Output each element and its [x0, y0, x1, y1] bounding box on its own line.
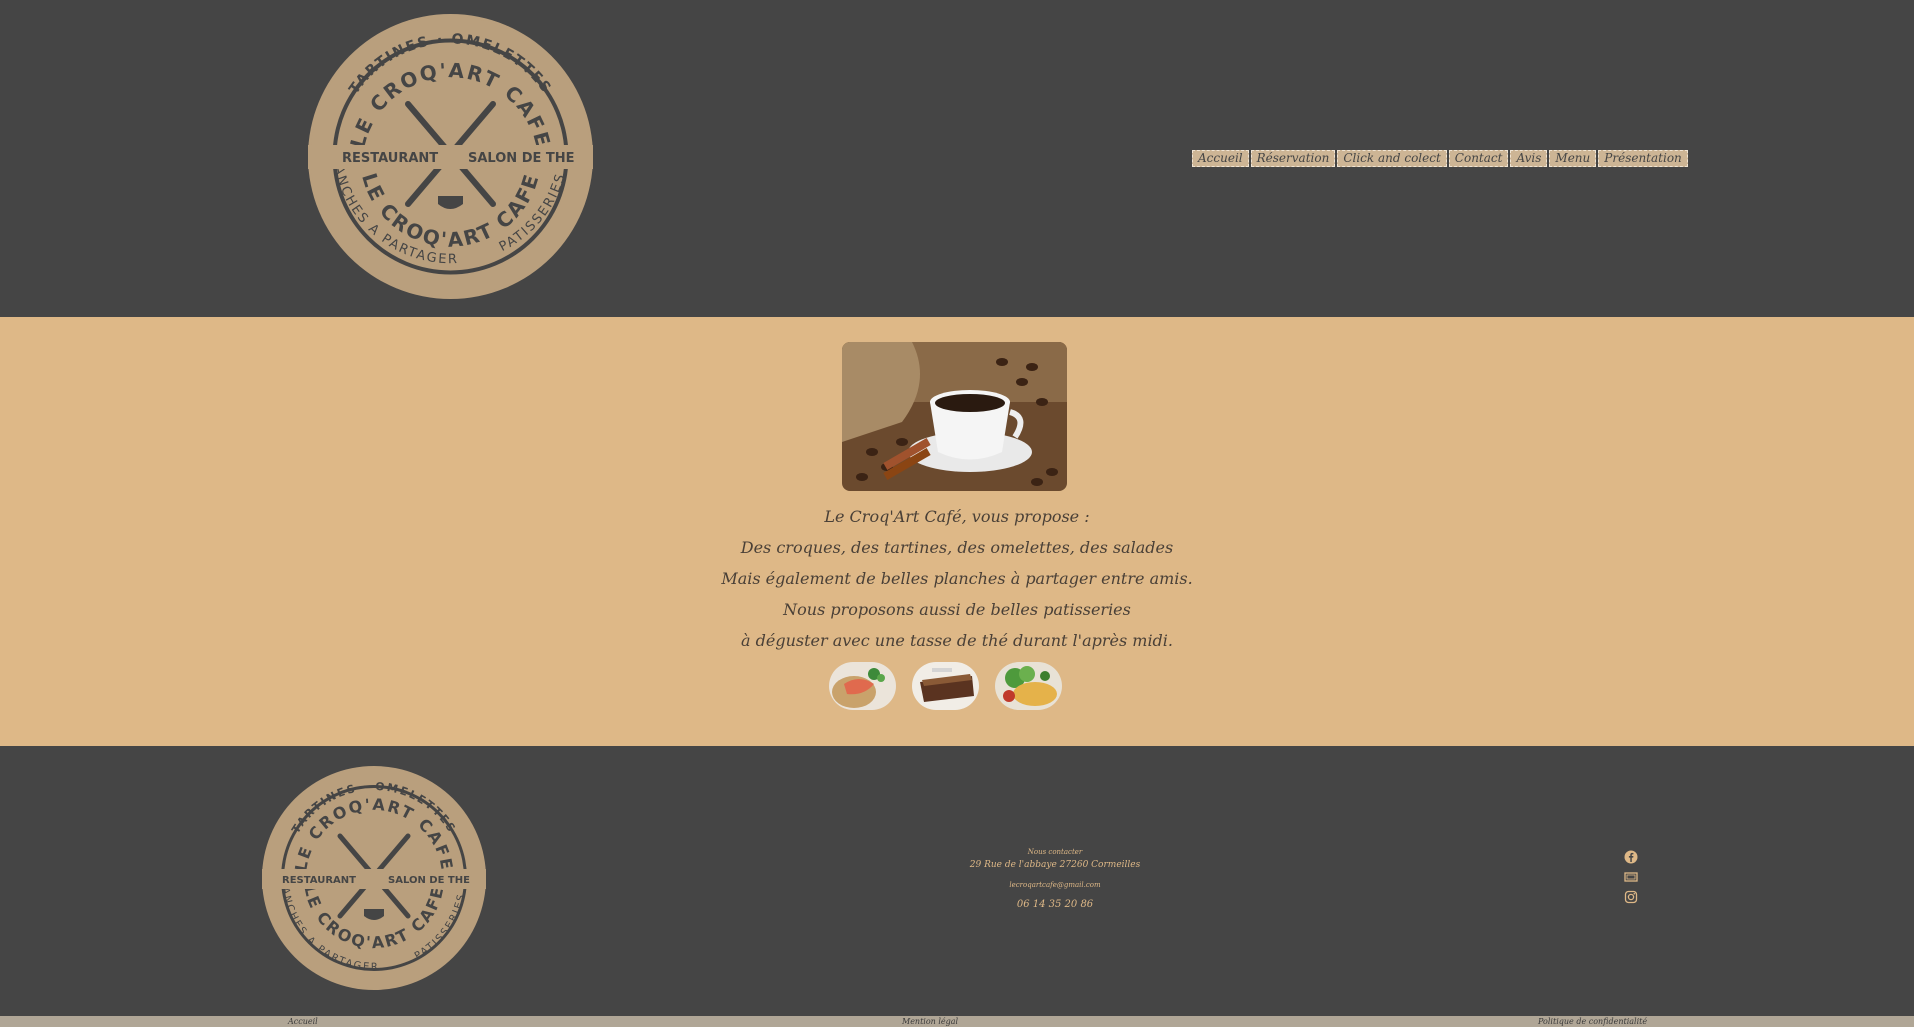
nav-item-contact[interactable]: Contact: [1448, 150, 1509, 167]
footer-logo-ring: TARTINES · OMELETTES LE CROQ'ART CAFE LE…: [262, 766, 486, 988]
intro-line-3: Mais également de belles planches à part…: [721, 569, 1193, 588]
nav-item-menu[interactable]: Menu: [1549, 150, 1597, 167]
logo-salon-label: SALON DE THE: [468, 151, 575, 166]
facebook-icon[interactable]: [1624, 850, 1638, 864]
contact-email[interactable]: lecroqartcafe@gmail.com: [900, 878, 1210, 898]
contact-address: 29 Rue de l'abbaye 27260 Cormeilles: [969, 860, 1141, 870]
intro-text: Le Croq'Art Café, vous propose : Des cro…: [0, 501, 1914, 656]
food-thumbnail-salad[interactable]: [995, 662, 1062, 710]
logo-ring: TARTINES · OMELETTES LE CROQ'ART CAFE LE…: [308, 14, 593, 297]
food-thumbnails: [829, 662, 1062, 710]
contact-title: Nous contacter: [1027, 848, 1083, 856]
footer-logo[interactable]: TARTINES · OMELETTES LE CROQ'ART CAFE LE…: [262, 766, 486, 990]
intro-line-1: Le Croq'Art Café, vous propose :: [824, 507, 1090, 526]
intro-line-5: à déguster avec une tasse de thé durant …: [740, 631, 1173, 650]
nav-item-avis[interactable]: Avis: [1510, 150, 1548, 167]
bottom-link-privacy[interactable]: Politique de confidentialité: [1538, 1016, 1647, 1027]
bottom-link-mention-legal[interactable]: Mention légal: [902, 1016, 958, 1027]
nav-item-reservation[interactable]: Réservation: [1250, 150, 1336, 167]
nav-item-click-and-collect[interactable]: Click and colect: [1337, 150, 1447, 167]
footer-logo-salon-label: SALON DE THE: [388, 875, 470, 886]
bottom-link-accueil[interactable]: Accueil: [288, 1016, 318, 1027]
instagram-icon[interactable]: [1624, 890, 1638, 904]
contact-block: Nous contacter 29 Rue de l'abbaye 27260 …: [900, 846, 1210, 912]
intro-line-2: Des croques, des tartines, des omelettes…: [740, 538, 1174, 557]
coffee-cup-image: [842, 342, 1067, 491]
nav-item-accueil[interactable]: Accueil: [1192, 150, 1249, 167]
page: TARTINES · OMELETTES LE CROQ'ART CAFE LE…: [0, 0, 1914, 1027]
email-icon[interactable]: [1624, 870, 1638, 884]
footer-logo-restaurant-label: RESTAURANT: [282, 875, 356, 886]
intro-line-4: Nous proposons aussi de belles patisseri…: [783, 600, 1131, 619]
contact-phone[interactable]: 06 14 35 20 86: [900, 898, 1210, 912]
main-nav: Accueil Réservation Click and colect Con…: [1192, 150, 1688, 167]
food-thumbnail-salmon[interactable]: [829, 662, 896, 710]
main-content: Le Croq'Art Café, vous propose : Des cro…: [0, 317, 1914, 746]
social-links: [1624, 850, 1638, 904]
logo-restaurant-label: RESTAURANT: [342, 151, 438, 166]
header: TARTINES · OMELETTES LE CROQ'ART CAFE LE…: [0, 0, 1914, 317]
footer: TARTINES · OMELETTES LE CROQ'ART CAFE LE…: [0, 746, 1914, 1016]
header-logo[interactable]: TARTINES · OMELETTES LE CROQ'ART CAFE LE…: [308, 14, 593, 299]
food-thumbnail-croque[interactable]: [912, 662, 979, 710]
nav-item-presentation[interactable]: Présentation: [1598, 150, 1688, 167]
bottom-bar: Accueil Mention légal Politique de confi…: [0, 1016, 1914, 1027]
